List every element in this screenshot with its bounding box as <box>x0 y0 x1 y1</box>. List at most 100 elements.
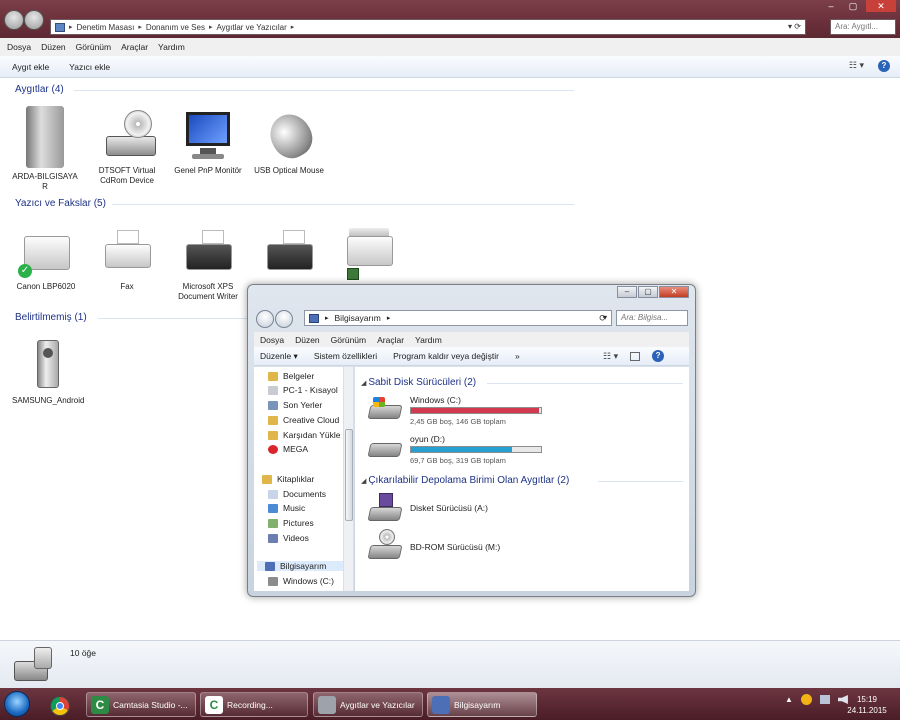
bd-rom-drive-name[interactable]: BD-ROM Sürücüsü (M:) <box>410 542 500 552</box>
network-icon[interactable] <box>819 695 830 704</box>
menu-bar: Dosya Düzen Görünüm Araçlar Yardım <box>254 332 689 347</box>
computer-window[interactable]: – ▢ ✕ ▸ Bilgisayarım ▸ ▾ ⟳ Ara: Bilgisa.… <box>247 284 696 597</box>
nav-item-libraries[interactable]: Kitaplıklar <box>262 474 314 484</box>
device-cdrom[interactable]: DTSOFT Virtual CdRom Device <box>92 106 162 186</box>
menu-bar: Dosya Düzen Görünüm Araçlar Yardım <box>0 38 900 56</box>
folder-icon <box>268 415 278 425</box>
device-monitor[interactable]: Genel PnP Monitör <box>173 106 243 176</box>
maximize-button[interactable]: ▢ <box>638 286 658 298</box>
nav-item-computer[interactable]: Bilgisayarım <box>257 561 347 571</box>
nav-item-pc-shortcut[interactable]: PC-1 - Kısayol <box>268 385 338 395</box>
refresh-button[interactable]: ⟳ <box>594 310 612 326</box>
nav-item-recent[interactable]: Son Yerler <box>268 400 322 410</box>
help-icon[interactable]: ? <box>878 60 890 72</box>
printer-canon[interactable]: ✓ Canon LBP6020 <box>11 228 81 292</box>
monitor-icon <box>182 106 234 162</box>
add-printer-button[interactable]: Yazıcı ekle <box>69 62 110 72</box>
search-input[interactable]: Ara: Aygıtl... <box>830 19 896 35</box>
maximize-button[interactable]: ▢ <box>843 0 863 12</box>
close-button[interactable]: ✕ <box>659 286 689 298</box>
menu-edit[interactable]: Düzen <box>295 335 320 345</box>
videos-icon <box>268 533 278 543</box>
dropdown-icon[interactable]: ▾ <box>788 22 792 31</box>
organize-button[interactable]: Düzenle ▾ <box>260 351 298 362</box>
uninstall-program-button[interactable]: Program kaldır veya değiştir <box>393 351 499 361</box>
group-divider <box>74 90 574 91</box>
scrollbar-thumb[interactable] <box>345 429 353 521</box>
group-printers-header[interactable]: Yazıcı ve Fakslar (5) <box>15 198 106 209</box>
minimize-button[interactable]: – <box>617 286 637 298</box>
drive-c-name[interactable]: Windows (C:) <box>410 395 461 405</box>
menu-file[interactable]: Dosya <box>7 42 31 52</box>
address-bar[interactable]: ▸ Denetim Masası ▸ Donanım ve Ses ▸ Aygı… <box>50 19 806 35</box>
address-bar[interactable]: ▸ Bilgisayarım ▸ ▾ <box>304 310 612 326</box>
group-unspecified-header[interactable]: Belirtilmemiş (1) <box>15 312 87 323</box>
drive-d-name[interactable]: oyun (D:) <box>410 434 445 444</box>
menu-file[interactable]: Dosya <box>260 335 284 345</box>
nav-item-documents-fav[interactable]: Belgeler <box>268 371 314 381</box>
start-button[interactable] <box>4 691 30 717</box>
floppy-drive-name[interactable]: Disket Sürücüsü (A:) <box>410 503 488 513</box>
view-options-button[interactable]: ☷ ▾ <box>849 60 864 72</box>
nav-item-pictures[interactable]: Pictures <box>268 518 314 528</box>
minimize-button[interactable]: – <box>822 0 840 12</box>
tray-app-icon[interactable] <box>800 694 812 705</box>
clock[interactable]: 15:19 24.11.2015 <box>843 694 891 716</box>
search-input[interactable]: Ara: Bilgisa... <box>616 310 688 326</box>
breadcrumb-item[interactable]: Denetim Masası <box>77 23 135 32</box>
printer-4[interactable] <box>254 228 324 282</box>
view-options-button[interactable]: ☷ ▾ <box>603 351 618 362</box>
menu-help[interactable]: Yardım <box>415 335 442 345</box>
preview-pane-icon[interactable] <box>630 351 641 361</box>
system-properties-button[interactable]: Sistem özellikleri <box>314 351 377 361</box>
menu-view[interactable]: Görünüm <box>331 335 366 345</box>
more-commands-button[interactable]: » <box>515 351 520 361</box>
menu-tools[interactable]: Araçlar <box>377 335 404 345</box>
breadcrumb-item[interactable]: Donanım ve Ses <box>146 23 205 32</box>
nav-item-drive-c[interactable]: Windows (C:) <box>268 576 334 586</box>
device-label: ARDA-BILGISAYA R <box>12 172 78 191</box>
menu-view[interactable]: Görünüm <box>76 42 111 52</box>
forward-button[interactable] <box>275 310 293 328</box>
nav-item-downloads[interactable]: Karşıdan Yükle <box>268 430 341 440</box>
nav-item-mega[interactable]: MEGA <box>268 444 308 454</box>
nav-item-lib-documents[interactable]: Documents <box>268 489 326 499</box>
breadcrumb-item[interactable]: Bilgisayarım <box>335 313 381 323</box>
nav-scrollbar[interactable] <box>343 367 353 591</box>
menu-tools[interactable]: Araçlar <box>121 42 148 52</box>
breadcrumb-item[interactable]: Aygıtlar ve Yazıcılar <box>216 23 286 32</box>
forward-button[interactable] <box>24 10 44 30</box>
device-label: Fax <box>120 282 134 291</box>
help-icon[interactable]: ? <box>652 350 665 362</box>
group-divider <box>487 383 683 384</box>
nav-item-creative-cloud[interactable]: Creative Cloud <box>268 415 339 425</box>
device-mouse[interactable]: USB Optical Mouse <box>254 106 324 176</box>
taskbar-recording[interactable]: C Recording... <box>200 692 308 717</box>
drive-d-usage-fill <box>411 447 513 452</box>
hard-drive-icon <box>268 576 278 586</box>
printer-fax[interactable]: Fax <box>92 228 162 292</box>
chrome-icon[interactable] <box>50 696 70 716</box>
close-button[interactable]: ✕ <box>866 0 896 12</box>
back-button[interactable] <box>4 10 24 30</box>
nav-item-videos[interactable]: Videos <box>268 533 309 543</box>
address-controls[interactable]: ▾ ⟳ <box>788 22 801 31</box>
device-computer[interactable]: ARDA-BILGISAYA R <box>10 106 80 192</box>
refresh-icon[interactable]: ⟳ <box>794 22 801 31</box>
floppy-drive-icon <box>367 493 403 523</box>
hard-drives-header[interactable]: ◢ Sabit Disk Sürücüleri (2) <box>361 377 476 388</box>
device-samsung[interactable]: SAMSUNG_Android <box>12 338 84 406</box>
printer-xps[interactable]: Microsoft XPS Document Writer <box>173 228 243 302</box>
nav-item-music[interactable]: Music <box>268 503 305 513</box>
add-device-button[interactable]: Aygıt ekle <box>12 62 49 72</box>
taskbar-computer[interactable]: Bilgisayarım <box>427 692 537 717</box>
back-button[interactable] <box>256 310 274 328</box>
menu-edit[interactable]: Düzen <box>41 42 66 52</box>
tray-expand-icon[interactable]: ▲ <box>785 695 793 704</box>
taskbar-devices-printers[interactable]: Aygıtlar ve Yazıcılar <box>313 692 423 717</box>
printer-5[interactable] <box>334 224 404 280</box>
group-devices-header[interactable]: Aygıtlar (4) <box>15 84 64 95</box>
taskbar-camtasia[interactable]: C Camtasia Studio -... <box>86 692 196 717</box>
removable-header[interactable]: ◢ Çıkarılabilir Depolama Birimi Olan Ayg… <box>361 475 569 486</box>
menu-help[interactable]: Yardım <box>158 42 185 52</box>
